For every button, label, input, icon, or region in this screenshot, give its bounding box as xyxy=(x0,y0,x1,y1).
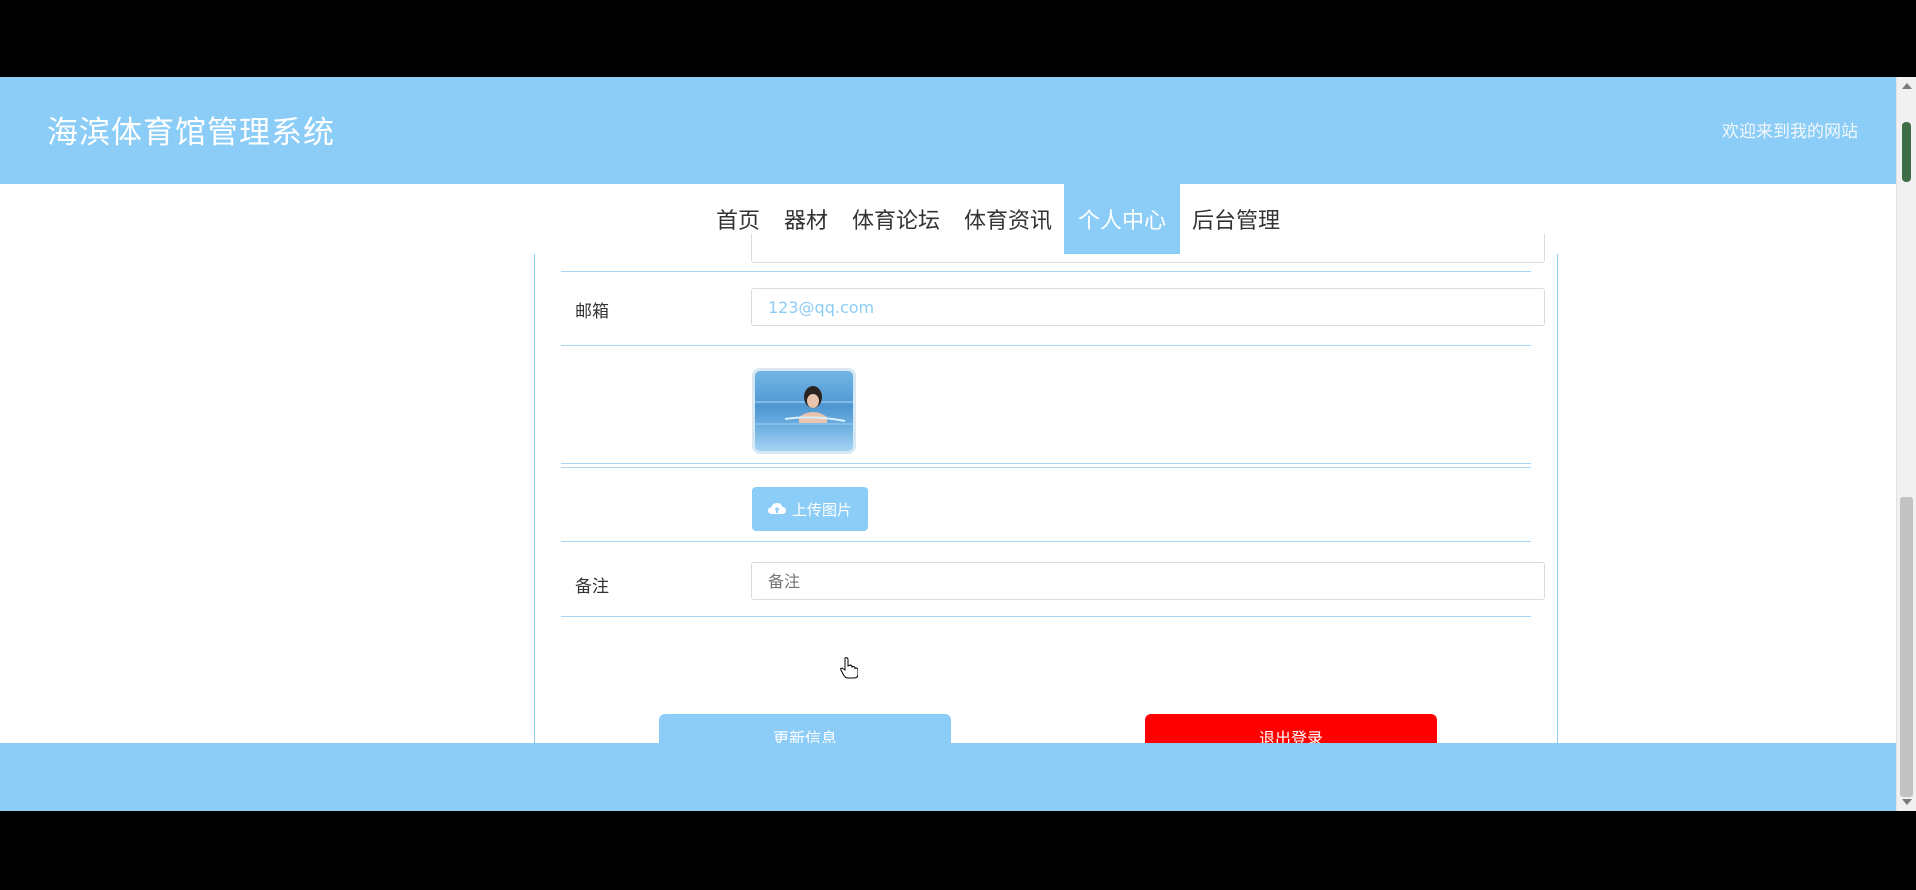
site-footer xyxy=(0,743,1896,811)
previous-field-input[interactable] xyxy=(751,234,1545,263)
swimmer-photo xyxy=(755,386,853,425)
email-label: 邮箱 xyxy=(575,302,609,322)
cloud-upload-icon xyxy=(767,503,786,514)
upload-image-button[interactable]: 上传图片 xyxy=(752,487,868,531)
site-title: 海滨体育馆管理系统 xyxy=(47,115,335,151)
scroll-indicator xyxy=(1902,122,1911,182)
remark-field[interactable] xyxy=(751,562,1545,600)
scroll-thumb[interactable] xyxy=(1900,497,1913,797)
form-row-previous xyxy=(561,234,1545,272)
hand-pointer-icon xyxy=(840,657,858,679)
site-header: 海滨体育馆管理系统 欢迎来到我的网站 xyxy=(0,77,1896,184)
vertical-scrollbar[interactable] xyxy=(1896,77,1916,811)
form-row-remark: 备注 xyxy=(561,541,1545,617)
profile-form-panel: 邮箱 123@qq.com 上传图片 备注 备注 更新信息 退出登录 xyxy=(534,234,1558,806)
scroll-up-icon[interactable] xyxy=(1902,83,1912,89)
form-row-email: 邮箱 xyxy=(561,272,1545,346)
welcome-text: 欢迎来到我的网站 xyxy=(1722,122,1858,142)
upload-image-label: 上传图片 xyxy=(791,500,852,519)
remark-label: 备注 xyxy=(575,577,609,597)
scroll-down-icon[interactable] xyxy=(1902,799,1912,805)
form-row-upload: 上传图片 xyxy=(561,467,1531,542)
form-row-avatar xyxy=(561,346,1531,464)
browser-viewport: 海滨体育馆管理系统 欢迎来到我的网站 首页 器材 体育论坛 体育资讯 个人中心 … xyxy=(0,77,1916,811)
avatar-image xyxy=(752,368,856,454)
email-field[interactable] xyxy=(751,288,1545,326)
